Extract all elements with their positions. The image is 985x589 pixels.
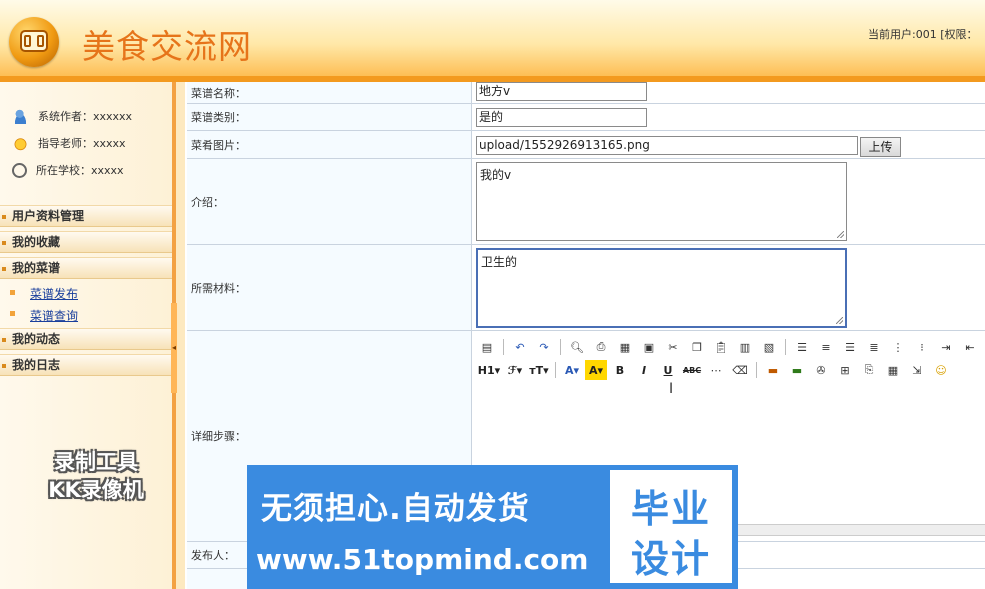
resize-grip-icon[interactable] xyxy=(837,231,844,238)
align-center-icon[interactable]: ≡ xyxy=(815,337,837,357)
menu-favorites[interactable]: 我的收藏 xyxy=(0,231,172,253)
bg-color-dropdown[interactable]: A ▾ xyxy=(585,360,607,380)
teacher-text: 指导老师：xxxxx xyxy=(38,137,126,150)
paste-icon[interactable]: 📋︎ xyxy=(710,337,732,357)
row-materials: 所需材料： 卫生的 xyxy=(187,245,985,331)
align-right-icon[interactable]: ☰ xyxy=(839,337,861,357)
logo-icon xyxy=(9,17,59,67)
author-info: 系统作者：xxxxxx xyxy=(12,107,132,125)
site-header: 美食交流网 当前用户:001 [权限： xyxy=(0,0,985,80)
image-icon[interactable]: ▬ xyxy=(762,360,784,380)
current-user-info: 当前用户:001 [权限： xyxy=(868,28,978,41)
insert-table-icon[interactable]: ▦ xyxy=(882,360,904,380)
paste-text-icon[interactable]: ▥ xyxy=(734,337,756,357)
bold-button[interactable]: B xyxy=(609,360,631,380)
template-icon[interactable]: ▦ xyxy=(614,337,636,357)
banner-url: www.51topmind.com xyxy=(256,543,589,576)
hr-icon[interactable]: ⋯ xyxy=(705,360,727,380)
banner-badge: 毕业 设计 xyxy=(610,470,732,583)
sidebar-gutter xyxy=(176,82,185,589)
print-icon[interactable]: ⎙ xyxy=(590,337,612,357)
undo-icon[interactable]: ↶ xyxy=(509,337,531,357)
menu-recipes[interactable]: 我的菜谱 xyxy=(0,257,172,279)
strikethrough-button[interactable]: ABC xyxy=(681,360,703,380)
intro-label: 介绍： xyxy=(187,159,472,244)
flash-icon[interactable]: ▬ xyxy=(786,360,808,380)
watermark-line1: 录制工具 xyxy=(54,450,138,474)
align-left-icon[interactable]: ☰ xyxy=(791,337,813,357)
recipe-image-input[interactable]: upload/1552926913165.png xyxy=(476,136,858,155)
row-intro: 介绍： 我的v xyxy=(187,159,985,245)
paste-word-icon[interactable]: ▧ xyxy=(758,337,780,357)
intro-textarea[interactable]: 我的v xyxy=(476,162,847,241)
teacher-info: 指导老师：xxxxx xyxy=(12,134,126,152)
sidebar: 系统作者：xxxxxx 指导老师：xxxxx 所在学校：xxxxx 用户资料管理… xyxy=(0,82,172,589)
submenu-recipe-publish[interactable]: 菜谱发布 xyxy=(30,285,78,302)
italic-button[interactable]: I xyxy=(633,360,655,380)
watermark-line2: KK录像机 xyxy=(48,478,144,502)
code-icon[interactable]: ▣ xyxy=(638,337,660,357)
menu-profile[interactable]: 用户资料管理 xyxy=(0,205,172,227)
materials-textarea[interactable]: 卫生的 xyxy=(476,248,847,328)
author-text: 系统作者：xxxxxx xyxy=(38,110,133,123)
cut-icon[interactable]: ✂ xyxy=(662,337,684,357)
resize-grip-icon[interactable] xyxy=(836,317,843,324)
bullet-icon xyxy=(10,311,15,316)
submenu-recipe-query[interactable]: 菜谱查询 xyxy=(30,307,78,324)
align-justify-icon[interactable]: ≣ xyxy=(863,337,885,357)
text-cursor-icon: I xyxy=(669,381,674,397)
eraser-icon[interactable]: ⌫ xyxy=(729,360,751,380)
promo-watermark-banner: 无须担心.自动发货 www.51topmind.com 毕业 设计 xyxy=(247,465,738,589)
redo-icon[interactable]: ↷ xyxy=(533,337,555,357)
materials-label: 所需材料： xyxy=(187,245,472,330)
media-icon[interactable]: ✇ xyxy=(810,360,832,380)
indent-icon[interactable]: ⇥ xyxy=(935,337,957,357)
site-title: 美食交流网 xyxy=(82,27,252,66)
banner-badge-line2: 设计 xyxy=(630,537,711,581)
school-info: 所在学校：xxxxx xyxy=(12,161,124,179)
row-recipe-category: 菜谱类别： 是的 xyxy=(187,104,985,131)
materials-text: 卫生的 xyxy=(481,255,518,269)
teacher-icon xyxy=(12,135,29,151)
recipe-category-input[interactable]: 是的 xyxy=(476,108,647,127)
recipe-name-input[interactable]: 地方v xyxy=(476,82,647,101)
banner-slogan: 无须担心.自动发货 xyxy=(261,491,530,527)
font-color-dropdown[interactable]: A ▾ xyxy=(561,360,583,380)
ordered-list-icon[interactable]: ⋮ xyxy=(887,337,909,357)
intro-text: 我的v xyxy=(480,168,512,182)
school-icon xyxy=(12,162,27,178)
link-icon[interactable]: ⇲ xyxy=(906,360,928,380)
menu-activity[interactable]: 我的动态 xyxy=(0,328,172,350)
recipe-category-label: 菜谱类别： xyxy=(187,104,472,130)
attachment-icon[interactable]: ⎘ xyxy=(858,360,880,380)
upload-button[interactable]: 上传 xyxy=(860,137,901,157)
recipe-image-label: 菜肴图片： xyxy=(187,131,472,158)
user-icon xyxy=(12,108,29,124)
underline-button[interactable]: U xyxy=(657,360,679,380)
font-size-dropdown[interactable]: тT ▾ xyxy=(528,360,550,380)
table-icon[interactable]: ⊞ xyxy=(834,360,856,380)
recipe-name-label: 菜谱名称： xyxy=(187,82,472,103)
outdent-icon[interactable]: ⇤ xyxy=(959,337,981,357)
row-recipe-name: 菜谱名称： 地方v xyxy=(187,82,985,104)
font-family-dropdown[interactable]: ℱ ▾ xyxy=(504,360,526,380)
preview-icon[interactable]: 🔍︎ xyxy=(566,337,588,357)
unordered-list-icon[interactable]: ⁝ xyxy=(911,337,933,357)
menu-diary[interactable]: 我的日志 xyxy=(0,354,172,376)
emoticon-icon[interactable]: ☺ xyxy=(930,360,952,380)
recorder-watermark: 录制工具 KK录像机 xyxy=(26,448,166,504)
row-recipe-image: 菜肴图片： upload/1552926913165.png 上传 xyxy=(187,131,985,159)
source-code-icon[interactable]: ▤ xyxy=(476,337,498,357)
sidebar-collapse-handle[interactable]: ◂ xyxy=(171,303,177,393)
banner-badge-line1: 毕业 xyxy=(630,487,711,531)
heading-dropdown[interactable]: H1 ▾ xyxy=(476,360,502,380)
copy-icon[interactable]: ❐ xyxy=(686,337,708,357)
bullet-icon xyxy=(10,290,15,295)
editor-toolbar: ▤ ↶ ↷ 🔍︎ ⎙ ▦ ▣ ✂ ❐ 📋︎ ▥ ▧ ☰ ≡ ☰ ≣ ⋮ ⁝ ⇥ … xyxy=(476,334,985,382)
school-text: 所在学校：xxxxx xyxy=(36,164,124,177)
